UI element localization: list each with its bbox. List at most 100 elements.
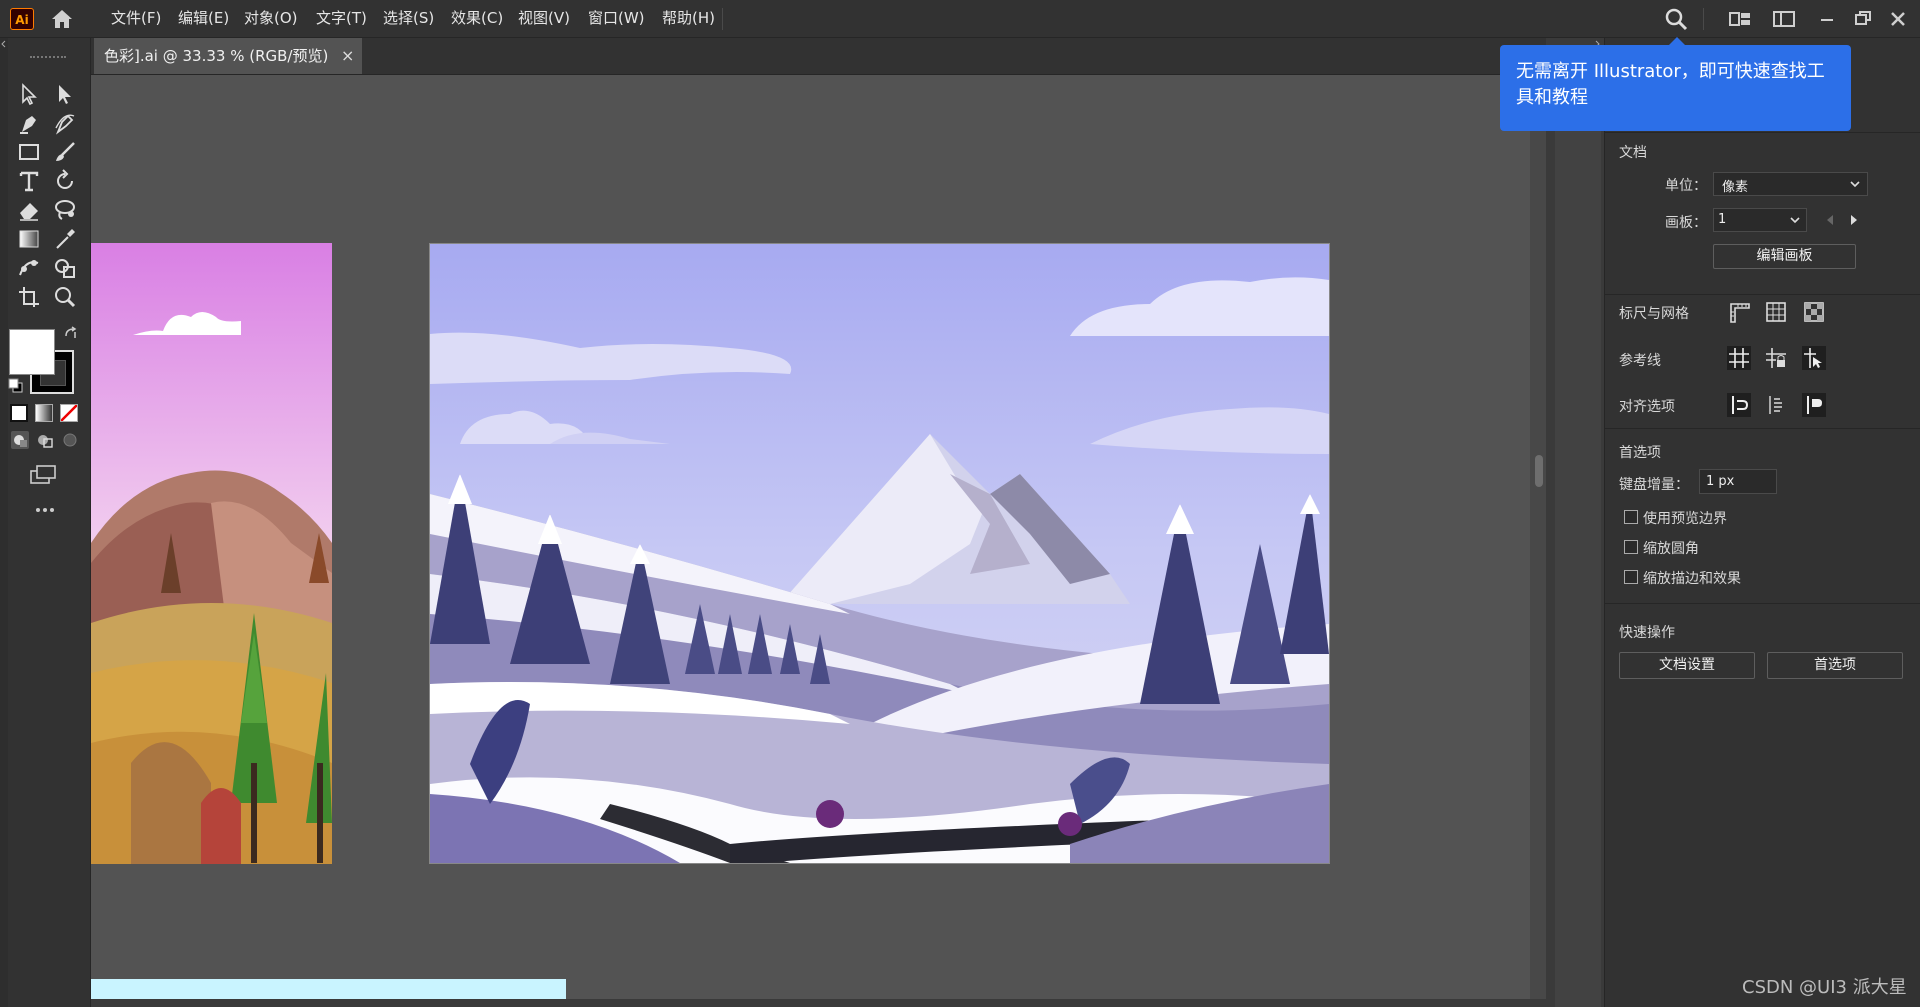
artboard-autumn[interactable]	[91, 243, 332, 864]
panel-divider	[1605, 603, 1920, 604]
menu-file[interactable]: 文件(F)	[111, 0, 161, 37]
panel-collapse-strip[interactable]	[0, 38, 8, 1007]
puppet-warp-tool-icon[interactable]	[16, 255, 42, 281]
scale-corners-checkbox[interactable]	[1624, 540, 1638, 554]
snap-to-point-icon[interactable]	[1727, 393, 1751, 417]
artboard-select[interactable]: 1	[1713, 208, 1807, 232]
shape-builder-tool-icon[interactable]	[52, 255, 78, 281]
snap-to-pixel-icon[interactable]	[1764, 393, 1788, 417]
status-bar	[91, 999, 1546, 1007]
artboard-tool-icon[interactable]	[16, 284, 42, 310]
pen-tool-icon[interactable]	[16, 110, 42, 136]
toolbar-divider	[1703, 8, 1704, 30]
snap-to-glyph-icon[interactable]	[1802, 393, 1826, 417]
artboard-label: 画板：	[1665, 215, 1707, 231]
menu-effect[interactable]: 效果(C)	[451, 0, 503, 37]
panel-dock-column	[1555, 75, 1601, 1007]
screen-mode-icon[interactable]	[29, 463, 59, 487]
rectangle-tool-icon[interactable]	[16, 139, 42, 165]
none-mode-icon[interactable]	[60, 404, 78, 422]
properties-panel: 文档 单位： 像素 画板： 1 编辑画板 标尺与网格 参考线 对齐选项 首选项 …	[1604, 38, 1920, 1007]
document-setup-button[interactable]: 文档设置	[1619, 652, 1755, 679]
keyboard-increment-value: 1 px	[1706, 474, 1735, 489]
arrange-documents-icon[interactable]	[1728, 7, 1752, 31]
units-label: 单位：	[1665, 178, 1707, 194]
lasso-tool-icon[interactable]	[52, 197, 78, 223]
close-icon[interactable]	[1886, 7, 1910, 31]
menu-view[interactable]: 视图(V)	[518, 0, 570, 37]
document-tab[interactable]: 色彩].ai @ 33.33 % (RGB/预览) ×	[94, 38, 362, 74]
watermark: CSDN @UI3 派大星	[1742, 977, 1907, 998]
document-section-title: 文档	[1619, 145, 1647, 161]
keyboard-increment-input[interactable]: 1 px	[1699, 469, 1777, 494]
rotate-tool-icon[interactable]	[52, 168, 78, 194]
menu-divider	[722, 8, 723, 30]
guides-label: 参考线	[1619, 353, 1661, 369]
paintbrush-tool-icon[interactable]	[52, 139, 78, 165]
menu-object[interactable]: 对象(O)	[244, 0, 298, 37]
use-preview-bounds-label: 使用预览边界	[1643, 511, 1727, 527]
menu-select[interactable]: 选择(S)	[383, 0, 434, 37]
tools-panel	[8, 38, 91, 1007]
rulers-grid-label: 标尺与网格	[1619, 306, 1689, 322]
quick-actions-title: 快速操作	[1619, 625, 1675, 641]
eraser-tool-icon[interactable]	[16, 197, 42, 223]
scale-corners-label: 缩放圆角	[1643, 541, 1699, 557]
artboard-highlight	[91, 979, 566, 999]
menu-type[interactable]: 文字(T)	[316, 0, 367, 37]
preferences-section-title: 首选项	[1619, 445, 1661, 461]
menu-window[interactable]: 窗口(W)	[588, 0, 645, 37]
color-mode-icon[interactable]	[10, 404, 28, 422]
scale-strokes-effects-checkbox[interactable]	[1624, 570, 1638, 584]
transparency-grid-icon[interactable]	[1802, 300, 1826, 324]
selection-tool-icon[interactable]	[16, 81, 42, 107]
menu-bar: Ai 文件(F) 编辑(E) 对象(O) 文字(T) 选择(S) 效果(C) 视…	[0, 0, 1920, 38]
restore-icon[interactable]	[1851, 7, 1875, 31]
more-tools-icon[interactable]	[35, 501, 55, 513]
smart-guides-icon[interactable]	[1802, 346, 1826, 370]
vertical-scrollbar[interactable]	[1530, 75, 1546, 999]
show-guides-icon[interactable]	[1727, 346, 1751, 370]
draw-normal-icon[interactable]	[10, 430, 30, 450]
rulers-icon[interactable]	[1727, 300, 1751, 324]
use-preview-bounds-checkbox[interactable]	[1624, 510, 1638, 524]
app-logo: Ai	[10, 8, 34, 30]
next-artboard-icon[interactable]	[1849, 214, 1859, 226]
draw-inside-icon[interactable]	[60, 430, 80, 450]
fill-swatch[interactable]	[9, 329, 55, 375]
search-icon[interactable]	[1664, 7, 1688, 31]
close-tab-icon[interactable]: ×	[341, 38, 354, 74]
keyboard-increment-label: 键盘增量：	[1619, 477, 1689, 493]
artboard-value: 1	[1718, 212, 1727, 227]
gradient-mode-icon[interactable]	[35, 404, 53, 422]
preferences-button[interactable]: 首选项	[1767, 652, 1903, 679]
previous-artboard-icon[interactable]	[1825, 214, 1835, 226]
artboard-winter[interactable]	[429, 243, 1330, 864]
menu-help[interactable]: 帮助(H)	[662, 0, 715, 37]
chevron-down-icon	[1850, 181, 1860, 188]
curvature-tool-icon[interactable]	[52, 110, 78, 136]
eyedropper-tool-icon[interactable]	[52, 226, 78, 252]
panel-divider	[1605, 132, 1920, 133]
chevron-down-icon	[1790, 217, 1800, 224]
gradient-tool-icon[interactable]	[16, 226, 42, 252]
swap-fill-stroke-icon[interactable]	[63, 326, 79, 342]
default-fill-stroke-icon[interactable]	[8, 378, 24, 394]
grid-icon[interactable]	[1764, 300, 1788, 324]
edit-artboard-button[interactable]: 编辑画板	[1713, 244, 1856, 269]
draw-behind-icon[interactable]	[35, 430, 55, 450]
minimize-icon[interactable]	[1815, 7, 1839, 31]
menu-edit[interactable]: 编辑(E)	[178, 0, 229, 37]
zoom-tool-icon[interactable]	[52, 284, 78, 310]
lock-guides-icon[interactable]	[1764, 346, 1788, 370]
vertical-scrollbar-thumb[interactable]	[1535, 455, 1543, 487]
search-tooltip: 无需离开 Illustrator，即可快速查找工具和教程	[1500, 45, 1851, 131]
direct-selection-tool-icon[interactable]	[52, 81, 78, 107]
home-icon[interactable]	[50, 8, 74, 30]
units-dropdown[interactable]: 像素	[1713, 172, 1868, 196]
workspace-icon[interactable]	[1772, 7, 1796, 31]
scale-strokes-effects-label: 缩放描边和效果	[1643, 571, 1741, 587]
align-options-label: 对齐选项	[1619, 399, 1675, 415]
type-tool-icon[interactable]	[16, 168, 42, 194]
panel-grip[interactable]	[30, 56, 66, 62]
